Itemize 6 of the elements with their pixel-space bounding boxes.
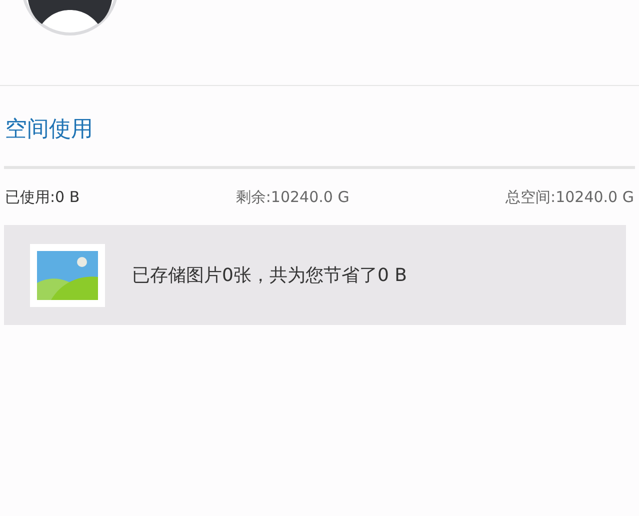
storage-stat: 已使用:0 B bbox=[5, 186, 80, 208]
section-title: 空间使用 bbox=[4, 116, 94, 144]
image-icon bbox=[37, 250, 98, 300]
storage-summary: 已存储图片0张，共为您节省了0 B bbox=[132, 264, 407, 288]
storage-stat: 总空间:10240.0 G bbox=[506, 186, 634, 208]
storage-stat: 剩余:10240.0 G bbox=[236, 186, 350, 208]
